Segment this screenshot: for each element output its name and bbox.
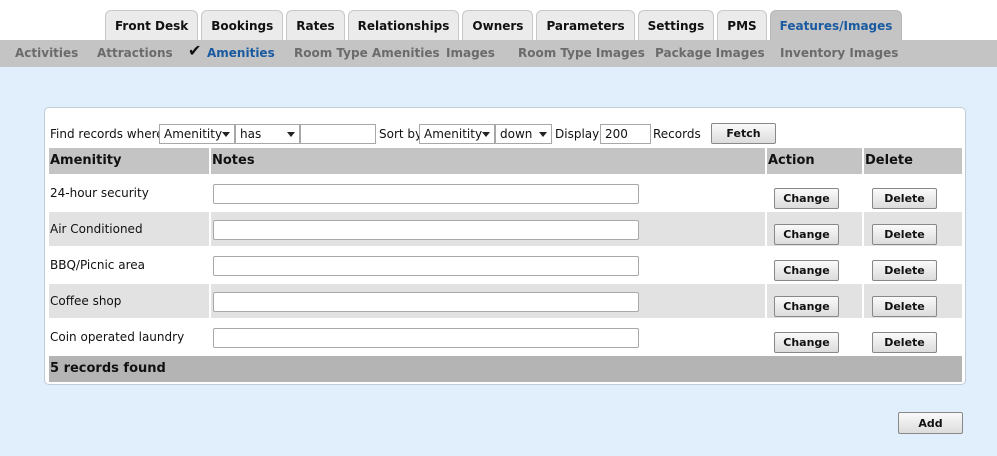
main-tabs: Front Desk Bookings Rates Relationships … — [105, 10, 903, 40]
delete-button[interactable]: Delete — [872, 224, 937, 245]
tab-bookings[interactable]: Bookings — [201, 10, 284, 40]
notes-input[interactable] — [213, 256, 639, 276]
column-header-action: Action — [768, 153, 815, 168]
subnav-package-images[interactable]: Package Images — [655, 40, 765, 67]
sort-direction-value: down — [500, 127, 533, 141]
content-area: Find records where Amenitity has Sort by… — [0, 67, 997, 456]
table-header: Amenitity Notes Action Delete — [49, 148, 962, 174]
add-button[interactable]: Add — [898, 412, 963, 434]
table-row: 24-hour security Change Delete — [49, 176, 962, 210]
display-count-input[interactable] — [600, 124, 651, 144]
change-button[interactable]: Change — [774, 332, 839, 353]
subnav-images[interactable]: Images — [446, 40, 495, 67]
change-button[interactable]: Change — [774, 260, 839, 281]
change-button[interactable]: Change — [774, 296, 839, 317]
delete-button[interactable]: Delete — [872, 332, 937, 353]
filter-operator-value: has — [240, 127, 262, 141]
filter-field-value: Amenitity — [164, 127, 223, 141]
column-header-amenity: Amenitity — [50, 153, 122, 168]
sub-navigation: Activities Attractions ✔ Amenities Room … — [0, 40, 997, 67]
tab-features-images[interactable]: Features/Images — [769, 10, 903, 40]
filter-operator-select[interactable]: has — [235, 124, 300, 144]
subnav-room-type-images[interactable]: Room Type Images — [518, 40, 645, 67]
delete-button[interactable]: Delete — [872, 260, 937, 281]
filter-bar: Find records where Amenitity has Sort by… — [50, 123, 960, 145]
column-header-delete: Delete — [865, 153, 913, 168]
search-input[interactable] — [300, 124, 376, 144]
top-tab-bar: Front Desk Bookings Rates Relationships … — [0, 0, 997, 40]
records-found-footer: 5 records found — [49, 356, 962, 382]
subnav-activities[interactable]: Activities — [15, 40, 78, 67]
records-panel: Find records where Amenitity has Sort by… — [44, 107, 966, 385]
table-row: Air Conditioned Change Delete — [49, 212, 962, 246]
delete-button[interactable]: Delete — [872, 188, 937, 209]
notes-input[interactable] — [213, 328, 639, 348]
table-row: Coin operated laundry Change Delete — [49, 320, 962, 354]
notes-input[interactable] — [213, 184, 639, 204]
change-button[interactable]: Change — [774, 188, 839, 209]
subnav-attractions[interactable]: Attractions — [97, 40, 173, 67]
filter-field-select[interactable]: Amenitity — [159, 124, 235, 144]
table-row: BBQ/Picnic area Change Delete — [49, 248, 962, 282]
tab-owners[interactable]: Owners — [462, 10, 534, 40]
amenity-name: 24-hour security — [50, 186, 149, 200]
subnav-room-type-amenities[interactable]: Room Type Amenities — [294, 40, 440, 67]
amenity-name: Coin operated laundry — [50, 330, 185, 344]
tab-parameters[interactable]: Parameters — [536, 10, 635, 40]
notes-input[interactable] — [213, 292, 639, 312]
chevron-down-icon — [222, 132, 230, 137]
column-divider — [862, 148, 864, 354]
subnav-amenities[interactable]: Amenities — [207, 40, 275, 67]
amenity-name: BBQ/Picnic area — [50, 258, 145, 272]
chevron-down-icon — [287, 132, 295, 137]
sort-direction-select[interactable]: down — [495, 124, 552, 144]
display-label: Display — [555, 127, 600, 141]
column-header-notes: Notes — [212, 153, 255, 168]
tab-settings[interactable]: Settings — [637, 10, 715, 40]
amenity-name: Air Conditioned — [50, 222, 143, 236]
amenity-name: Coffee shop — [50, 294, 122, 308]
sort-field-value: Amenitity — [424, 127, 483, 141]
sort-field-select[interactable]: Amenitity — [419, 124, 495, 144]
records-label: Records — [653, 127, 701, 141]
tab-pms[interactable]: PMS — [717, 10, 767, 40]
tab-rates[interactable]: Rates — [286, 10, 345, 40]
column-divider — [765, 148, 767, 354]
change-button[interactable]: Change — [774, 224, 839, 245]
find-records-label: Find records where — [50, 127, 164, 141]
tab-relationships[interactable]: Relationships — [347, 10, 460, 40]
tab-front-desk[interactable]: Front Desk — [105, 10, 199, 40]
column-divider — [209, 148, 211, 354]
chevron-down-icon — [539, 132, 547, 137]
delete-button[interactable]: Delete — [872, 296, 937, 317]
table-row: Coffee shop Change Delete — [49, 284, 962, 318]
sort-by-label: Sort by — [379, 127, 423, 141]
subnav-inventory-images[interactable]: Inventory Images — [780, 40, 898, 67]
check-icon: ✔ — [188, 41, 202, 60]
chevron-down-icon — [482, 132, 490, 137]
notes-input[interactable] — [213, 220, 639, 240]
fetch-button[interactable]: Fetch — [711, 123, 776, 144]
